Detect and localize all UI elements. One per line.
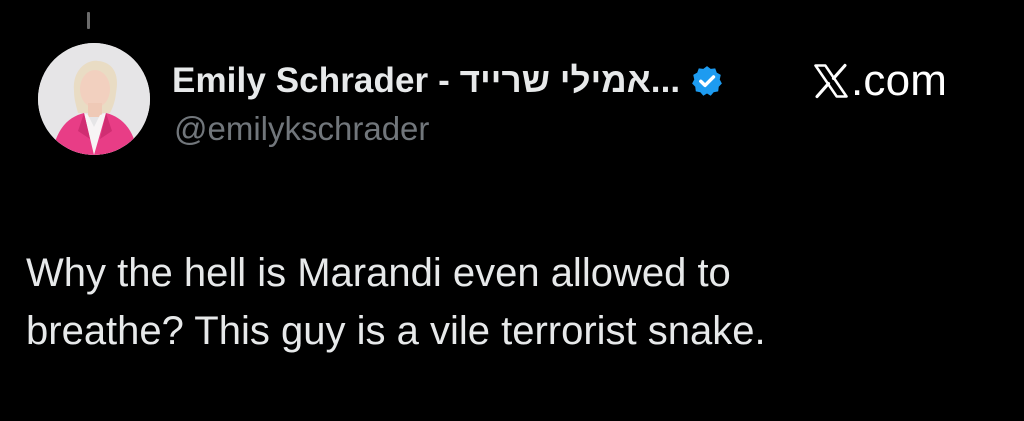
x-logo-icon [812, 62, 850, 100]
author-name-row[interactable]: Emily Schrader - אמילי שרייד... [172, 58, 724, 104]
x-com-brand: .com [812, 56, 947, 106]
tweet-text-line: Why the hell is Marandi even allowed to [26, 251, 731, 295]
tweet-text: Why the hell is Marandi even allowed to … [26, 244, 986, 360]
avatar[interactable] [38, 43, 150, 155]
tweet-text-line: breathe? This guy is a vile terrorist sn… [26, 309, 766, 353]
scroll-indicator [87, 12, 90, 29]
verified-badge-icon [690, 64, 724, 98]
brand-domain-label: .com [851, 56, 948, 105]
author-handle[interactable]: @emilykschrader [174, 110, 429, 148]
author-display-name[interactable]: Emily Schrader - אמילי שרייד... [172, 61, 680, 101]
